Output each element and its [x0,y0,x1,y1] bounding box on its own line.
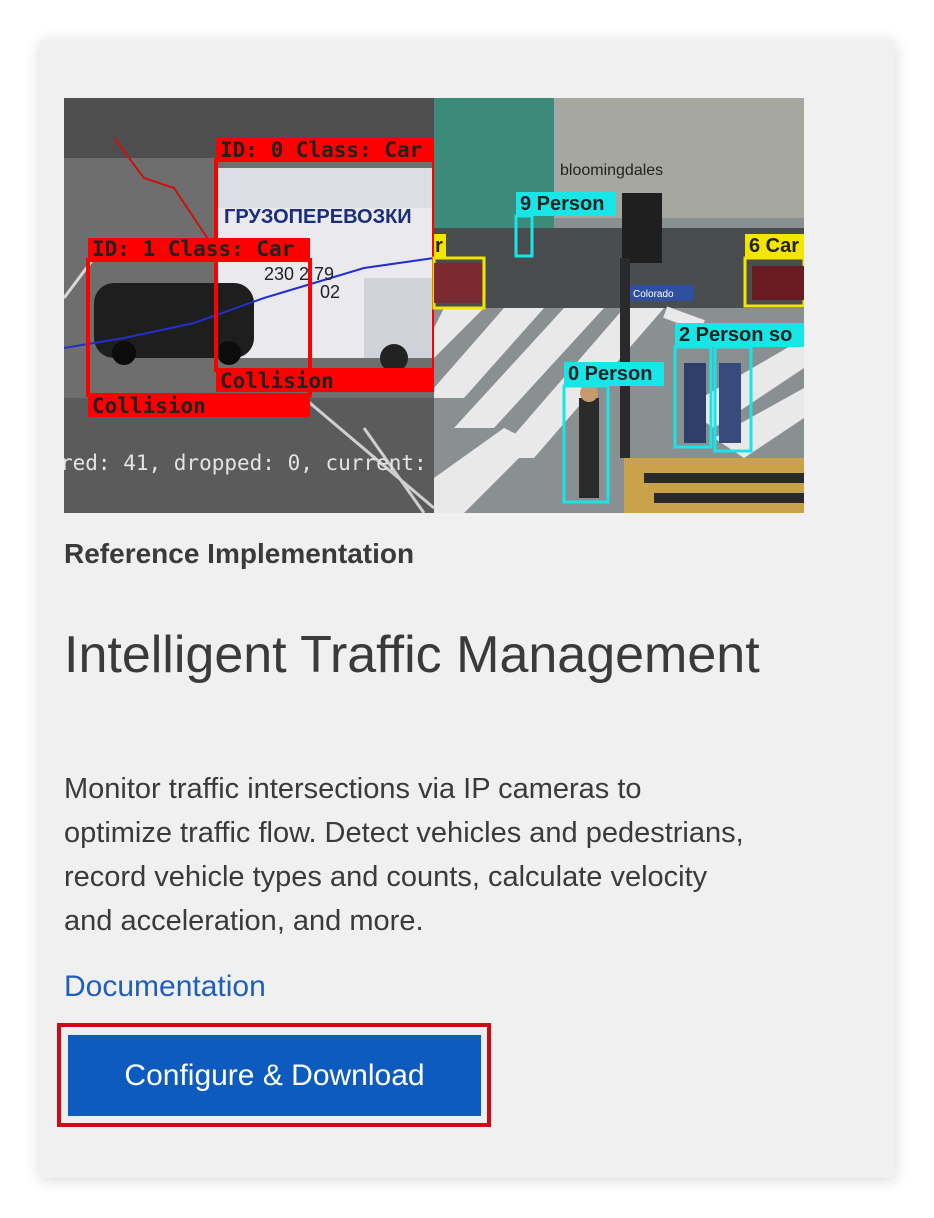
collision-label-b: Collision [92,394,206,418]
person-0-label: 0 Person [568,363,652,385]
car-1-label: ID: 1 Class: Car [92,237,294,261]
person-2-label: 2 Person so [679,324,792,346]
hero-image: ID: 0 Class: Car ID: 1 Class: Car Collis… [64,98,804,513]
overlay-status-text: red: 41, dropped: 0, current: 24 [64,451,465,475]
documentation-link[interactable]: Documentation [64,970,266,1004]
street-sign-text: Colorado [633,289,674,300]
configure-download-button[interactable]: Configure & Download [66,1033,483,1118]
truck-phone-text: 230 2 79 [264,264,334,284]
card-description: Monitor traffic intersections via IP cam… [64,773,744,937]
person-9-label: 9 Person [520,193,604,215]
car-partial-label: r [435,235,443,257]
card-eyebrow: Reference Implementation [64,538,415,569]
truck-phone-text-2: 02 [320,282,340,302]
card-title: Intelligent Traffic Management [64,626,760,684]
collision-label-a: Collision [220,369,334,393]
storefront-text: bloomingdales [560,162,663,179]
car-6-label: 6 Car [749,235,799,257]
truck-text: ГРУЗОПЕРЕВОЗКИ [224,206,412,228]
product-card: ID: 0 Class: Car ID: 1 Class: Car Collis… [40,40,895,1178]
